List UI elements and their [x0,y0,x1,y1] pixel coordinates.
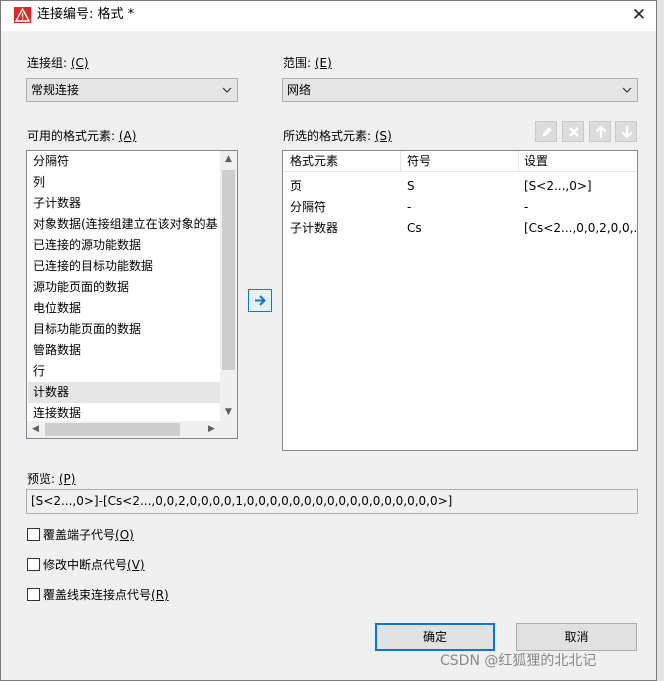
table-cell: Cs [407,221,422,235]
scope-label: 范围: (E) [283,56,332,70]
table-row[interactable]: 子计数器 Cs [Cs<2...,0,0,2,0,0,... [283,218,637,239]
connection-group-dropdown[interactable]: 常规连接 [26,78,238,102]
background-strip [657,0,664,681]
edit-button[interactable] [535,121,557,142]
table-cell: - [407,200,412,214]
arrow-down-icon [621,126,633,139]
arrow-up-icon [595,125,607,138]
list-item[interactable]: 对象数据(连接组建立在该对象的基 [33,214,218,235]
connection-group-label: 连接组: (C) [27,56,89,70]
scroll-right-icon[interactable]: ▶ [203,421,220,438]
option-label: 覆盖端子代号(O) [43,528,134,542]
close-button[interactable]: ✕ [622,1,656,29]
selected-elements-table[interactable]: 格式元素 符号 设置 页 S [S<2...,0>] 分隔符 - - 子计数器 … [282,150,638,451]
column-divider [518,151,519,172]
option-label: 修改中断点代号(V) [43,558,145,572]
table-row[interactable]: 分隔符 - - [283,197,637,218]
table-cell: - [524,200,529,214]
list-item[interactable]: 分隔符 [33,151,69,172]
delete-button[interactable] [562,121,584,142]
connection-group-value: 常规连接 [31,83,80,97]
override-harness-checkbox[interactable] [27,588,40,601]
vertical-scroll-thumb[interactable] [222,170,235,370]
chevron-down-icon [622,87,632,93]
table-cell: [Cs<2...,0,0,2,0,0,... [524,221,638,235]
scrollbar-corner [220,421,237,438]
preview-field: [S<2...,0>]-[Cs<2...,0,0,2,0,0,0,0,1,0,0… [26,489,638,514]
list-item[interactable]: 子计数器 [33,193,81,214]
table-cell: 分隔符 [290,200,327,214]
modify-interruption-checkbox[interactable] [27,558,40,571]
list-item-selected[interactable]: 计数器 [28,382,223,403]
table-cell: 页 [290,179,303,193]
table-row[interactable]: 页 S [S<2...,0>] [283,176,637,197]
selected-elements-label: 所选的格式元素: (S) [283,129,392,143]
table-cell: [S<2...,0>] [524,179,592,193]
override-terminal-checkbox[interactable] [27,528,40,541]
app-warning-icon [14,7,31,23]
available-elements-label: 可用的格式元素: (A) [27,129,137,143]
column-header[interactable]: 符号 [407,151,431,172]
scroll-up-icon[interactable]: ▲ [220,151,237,168]
watermark: CSDN @红狐狸的北北记 [440,653,597,669]
list-item[interactable]: 管路数据 [33,340,81,361]
scope-value: 网络 [287,83,312,97]
list-item[interactable]: 目标功能页面的数据 [33,319,141,340]
horizontal-scroll-thumb[interactable] [45,423,180,436]
horizontal-scrollbar[interactable]: ◀ ▶ [27,421,220,438]
delete-x-icon [569,127,579,137]
list-item[interactable]: 已连接的目标功能数据 [33,256,153,277]
close-icon: ✕ [631,5,647,25]
scroll-left-icon[interactable]: ◀ [27,421,44,438]
title-bar: 连接编号: 格式 * ✕ [1,1,656,31]
available-elements-list[interactable]: 分隔符 列 子计数器 对象数据(连接组建立在该对象的基 已连接的源功能数据 已连… [26,150,238,439]
table-cell: 子计数器 [290,221,339,235]
move-up-button[interactable] [589,121,611,142]
column-divider [400,151,401,172]
list-item[interactable]: 源功能页面的数据 [33,277,129,298]
move-down-button[interactable] [615,121,637,142]
pencil-icon [542,127,552,137]
window-title: 连接编号: 格式 * [37,7,135,22]
option-label: 覆盖线束连接点代号(R) [43,588,169,602]
column-header[interactable]: 设置 [524,151,548,172]
chevron-down-icon [222,87,232,93]
list-item[interactable]: 电位数据 [33,298,81,319]
scope-dropdown[interactable]: 网络 [282,78,638,102]
column-header[interactable]: 格式元素 [290,151,338,172]
list-item[interactable]: 已连接的源功能数据 [33,235,141,256]
list-item[interactable]: 行 [33,361,45,382]
table-header: 格式元素 符号 设置 [283,151,637,172]
vertical-scrollbar[interactable]: ▲ ▼ [220,151,237,421]
arrow-right-icon [255,295,266,306]
preview-label: 预览: (P) [27,472,76,486]
add-element-button[interactable] [248,289,272,312]
scroll-down-icon[interactable]: ▼ [220,404,237,421]
list-item[interactable]: 列 [33,172,45,193]
table-cell: S [407,179,415,193]
cancel-button[interactable]: 取消 [516,623,637,651]
ok-button[interactable]: 确定 [375,623,495,651]
